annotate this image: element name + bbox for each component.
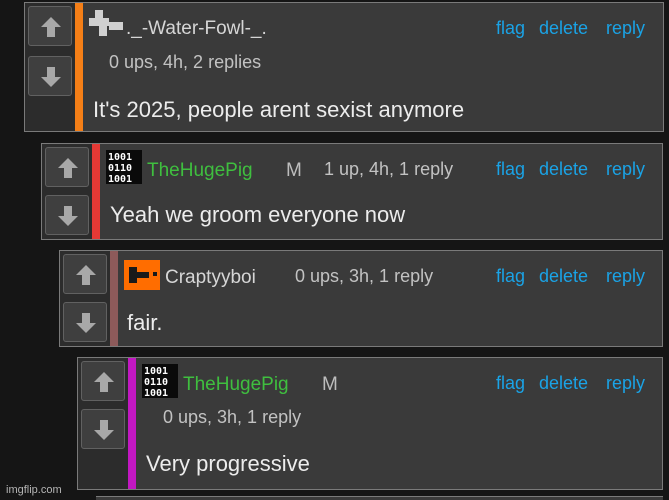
comment: Craptyyboi 0 ups, 3h, 1 reply flag delet… <box>59 250 663 347</box>
binary-line: 1001 <box>144 388 168 398</box>
arrow-up-icon <box>58 158 78 178</box>
moderator-badge: M <box>286 160 302 181</box>
arrow-down-icon <box>76 313 96 333</box>
comment: 1001 0110 1001 TheHugePig M flag delete … <box>77 357 663 490</box>
binary-avatar-icon[interactable]: 1001 0110 1001 <box>106 150 142 184</box>
arrow-up-icon <box>41 17 61 37</box>
thread-bar <box>75 3 83 131</box>
reply-link[interactable]: reply <box>606 373 645 394</box>
arrow-up-icon <box>76 265 96 285</box>
orange-avatar-icon[interactable] <box>124 260 160 290</box>
upvote-button[interactable] <box>63 254 107 294</box>
delete-link[interactable]: delete <box>539 266 588 287</box>
thread-bar <box>128 358 136 489</box>
downvote-button[interactable] <box>81 409 125 449</box>
upvote-button[interactable] <box>45 147 89 187</box>
username[interactable]: ._-Water-Fowl-_. <box>126 18 267 40</box>
arrow-up-icon <box>94 372 114 392</box>
delete-link[interactable]: delete <box>539 18 588 39</box>
comment-meta: 0 ups, 3h, 1 reply <box>295 266 434 286</box>
flag-link[interactable]: flag <box>496 373 525 394</box>
flag-link[interactable]: flag <box>496 266 525 287</box>
upvote-button[interactable] <box>81 361 125 401</box>
reply-link[interactable]: reply <box>606 18 645 39</box>
thread-bar <box>110 251 118 346</box>
comment: 1001 0110 1001 TheHugePig M 1 up, 4h, 1 … <box>41 143 663 240</box>
reply-link[interactable]: reply <box>606 266 645 287</box>
arrow-down-icon <box>41 67 61 87</box>
watermark: imgflip.com <box>6 484 62 496</box>
username[interactable]: TheHugePig <box>147 160 253 182</box>
binary-avatar-icon[interactable]: 1001 0110 1001 <box>142 364 178 398</box>
comment-meta: 0 ups, 4h, 2 replies <box>109 52 262 72</box>
vote-column <box>25 3 76 131</box>
comment: ._-Water-Fowl-_. flag delete reply 0 ups… <box>24 2 664 132</box>
binary-line: 1001 <box>144 366 168 377</box>
binary-line: 0110 <box>144 377 168 388</box>
comment-text: Very progressive <box>146 451 310 476</box>
pixel-avatar-icon[interactable] <box>89 10 123 36</box>
downvote-button[interactable] <box>45 195 89 235</box>
binary-line: 0110 <box>108 163 132 174</box>
vote-column <box>60 251 111 346</box>
arrow-down-icon <box>94 420 114 440</box>
vote-column <box>78 358 129 489</box>
delete-link[interactable]: delete <box>539 373 588 394</box>
vote-column <box>42 144 93 239</box>
arrow-down-icon <box>58 206 78 226</box>
comment-text: Yeah we groom everyone now <box>110 202 406 227</box>
moderator-badge: M <box>322 374 338 395</box>
downvote-button[interactable] <box>28 56 72 96</box>
username[interactable]: Craptyyboi <box>165 267 256 289</box>
binary-line: 1001 <box>108 152 132 163</box>
flag-link[interactable]: flag <box>496 159 525 180</box>
comment-meta: 0 ups, 3h, 1 reply <box>163 407 302 427</box>
next-comment-edge <box>96 496 663 500</box>
downvote-button[interactable] <box>63 302 107 342</box>
comment-text: It's 2025, people arent sexist anymore <box>93 97 465 122</box>
upvote-button[interactable] <box>28 6 72 46</box>
comment-text: fair. <box>127 310 163 335</box>
comment-meta: 1 up, 4h, 1 reply <box>324 159 454 179</box>
delete-link[interactable]: delete <box>539 159 588 180</box>
flag-link[interactable]: flag <box>496 18 525 39</box>
username[interactable]: TheHugePig <box>183 374 289 396</box>
binary-line: 1001 <box>108 174 132 184</box>
reply-link[interactable]: reply <box>606 159 645 180</box>
thread-bar <box>92 144 100 239</box>
